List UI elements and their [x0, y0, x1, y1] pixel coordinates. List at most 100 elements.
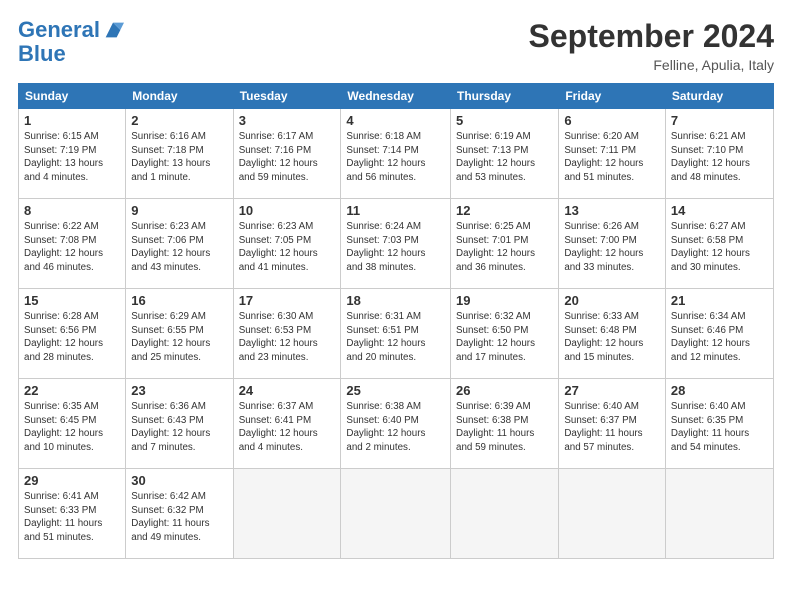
table-row: 9Sunrise: 6:23 AMSunset: 7:06 PMDaylight… [126, 199, 233, 289]
day-info: Sunrise: 6:28 AMSunset: 6:56 PMDaylight:… [24, 310, 120, 365]
day-info: Sunrise: 6:23 AMSunset: 7:06 PMDaylight:… [131, 220, 227, 275]
calendar-week-row-1: 1Sunrise: 6:15 AMSunset: 7:19 PMDaylight… [19, 109, 774, 199]
table-row: 28Sunrise: 6:40 AMSunset: 6:35 PMDayligh… [665, 379, 773, 469]
table-row: 18 Sunrise: 6:31 AMSunset: 6:51 PMDayligh… [341, 289, 451, 379]
table-row: 29Sunrise: 6:41 AMSunset: 6:33 PMDayligh… [19, 469, 126, 559]
table-row: 20 Sunrise: 6:33 AMSunset: 6:48 PMDayligh… [559, 289, 666, 379]
day-number: 16 [131, 293, 227, 308]
day-info: Sunrise: 6:36 AMSunset: 6:43 PMDaylight:… [131, 400, 227, 455]
col-saturday: Saturday [665, 84, 773, 109]
table-row [559, 469, 666, 559]
logo-text: General [18, 18, 100, 42]
col-tuesday: Tuesday [233, 84, 341, 109]
calendar-table: Sunday Monday Tuesday Wednesday Thursday… [18, 83, 774, 559]
day-number: 20 [564, 293, 660, 308]
day-info: Sunrise: 6:31 AMSunset: 6:51 PMDaylight:… [346, 310, 445, 365]
day-number: 12 [456, 203, 553, 218]
day-info: Sunrise: 6:19 AMSunset: 7:13 PMDaylight:… [456, 130, 553, 185]
table-row: 22Sunrise: 6:35 AMSunset: 6:45 PMDayligh… [19, 379, 126, 469]
table-row: 4Sunrise: 6:18 AMSunset: 7:14 PMDaylight… [341, 109, 451, 199]
day-info: Sunrise: 6:40 AMSunset: 6:37 PMDaylight:… [564, 400, 660, 455]
table-row: 26 Sunrise: 6:39 AMSunset: 6:38 PMDayligh… [451, 379, 559, 469]
day-info: Sunrise: 6:39 AMSunset: 6:38 PMDaylight:… [456, 400, 553, 455]
logo-text2: Blue [18, 42, 66, 66]
day-number: 30 [131, 473, 227, 488]
table-row: 5 Sunrise: 6:19 AMSunset: 7:13 PMDaylight… [451, 109, 559, 199]
day-number: 7 [671, 113, 768, 128]
day-number: 21 [671, 293, 768, 308]
table-row: 10 Sunrise: 6:23 AMSunset: 7:05 PMDayligh… [233, 199, 341, 289]
calendar-week-row-4: 22Sunrise: 6:35 AMSunset: 6:45 PMDayligh… [19, 379, 774, 469]
table-row [665, 469, 773, 559]
table-row [233, 469, 341, 559]
month-title: September 2024 [529, 18, 774, 55]
day-info: Sunrise: 6:17 AMSunset: 7:16 PMDaylight:… [239, 130, 336, 185]
table-row [341, 469, 451, 559]
calendar-week-row-2: 8Sunrise: 6:22 AMSunset: 7:08 PMDaylight… [19, 199, 774, 289]
day-info: Sunrise: 6:29 AMSunset: 6:55 PMDaylight:… [131, 310, 227, 365]
day-info: Sunrise: 6:30 AMSunset: 6:53 PMDaylight:… [239, 310, 336, 365]
table-row: 14 Sunrise: 6:27 AMSunset: 6:58 PMDayligh… [665, 199, 773, 289]
day-number: 24 [239, 383, 336, 398]
table-row: 6Sunrise: 6:20 AMSunset: 7:11 PMDaylight… [559, 109, 666, 199]
table-row: 2Sunrise: 6:16 AMSunset: 7:18 PMDaylight… [126, 109, 233, 199]
day-info: Sunrise: 6:34 AMSunset: 6:46 PMDaylight:… [671, 310, 768, 365]
day-info: Sunrise: 6:41 AMSunset: 6:33 PMDaylight:… [24, 490, 120, 545]
calendar-header-row: Sunday Monday Tuesday Wednesday Thursday… [19, 84, 774, 109]
day-number: 18 [346, 293, 445, 308]
logo-icon [102, 19, 124, 41]
logo: General Blue [18, 18, 124, 66]
table-row: 7 Sunrise: 6:21 AMSunset: 7:10 PMDaylight… [665, 109, 773, 199]
table-row: 1Sunrise: 6:15 AMSunset: 7:19 PMDaylight… [19, 109, 126, 199]
calendar-week-row-5: 29Sunrise: 6:41 AMSunset: 6:33 PMDayligh… [19, 469, 774, 559]
day-number: 23 [131, 383, 227, 398]
day-info: Sunrise: 6:35 AMSunset: 6:45 PMDaylight:… [24, 400, 120, 455]
page: General Blue September 2024 Felline, Apu… [0, 0, 792, 612]
day-info: Sunrise: 6:20 AMSunset: 7:11 PMDaylight:… [564, 130, 660, 185]
day-number: 3 [239, 113, 336, 128]
day-info: Sunrise: 6:16 AMSunset: 7:18 PMDaylight:… [131, 130, 227, 185]
col-monday: Monday [126, 84, 233, 109]
day-number: 10 [239, 203, 336, 218]
day-number: 5 [456, 113, 553, 128]
title-block: September 2024 Felline, Apulia, Italy [529, 18, 774, 73]
day-info: Sunrise: 6:33 AMSunset: 6:48 PMDaylight:… [564, 310, 660, 365]
day-number: 4 [346, 113, 445, 128]
day-number: 8 [24, 203, 120, 218]
day-number: 11 [346, 203, 445, 218]
table-row: 17Sunrise: 6:30 AMSunset: 6:53 PMDayligh… [233, 289, 341, 379]
day-info: Sunrise: 6:21 AMSunset: 7:10 PMDaylight:… [671, 130, 768, 185]
table-row: 13 Sunrise: 6:26 AMSunset: 7:00 PMDayligh… [559, 199, 666, 289]
col-thursday: Thursday [451, 84, 559, 109]
table-row: 30 Sunrise: 6:42 AMSunset: 6:32 PMDayligh… [126, 469, 233, 559]
table-row: 3 Sunrise: 6:17 AMSunset: 7:16 PMDaylight… [233, 109, 341, 199]
day-number: 15 [24, 293, 120, 308]
day-info: Sunrise: 6:25 AMSunset: 7:01 PMDaylight:… [456, 220, 553, 275]
day-info: Sunrise: 6:15 AMSunset: 7:19 PMDaylight:… [24, 130, 120, 185]
subtitle: Felline, Apulia, Italy [529, 57, 774, 73]
col-sunday: Sunday [19, 84, 126, 109]
day-info: Sunrise: 6:26 AMSunset: 7:00 PMDaylight:… [564, 220, 660, 275]
day-info: Sunrise: 6:40 AMSunset: 6:35 PMDaylight:… [671, 400, 768, 455]
col-wednesday: Wednesday [341, 84, 451, 109]
day-number: 27 [564, 383, 660, 398]
day-info: Sunrise: 6:37 AMSunset: 6:41 PMDaylight:… [239, 400, 336, 455]
day-info: Sunrise: 6:32 AMSunset: 6:50 PMDaylight:… [456, 310, 553, 365]
table-row: 19 Sunrise: 6:32 AMSunset: 6:50 PMDayligh… [451, 289, 559, 379]
table-row: 11Sunrise: 6:24 AMSunset: 7:03 PMDayligh… [341, 199, 451, 289]
table-row: 8Sunrise: 6:22 AMSunset: 7:08 PMDaylight… [19, 199, 126, 289]
day-info: Sunrise: 6:42 AMSunset: 6:32 PMDaylight:… [131, 490, 227, 545]
day-number: 26 [456, 383, 553, 398]
calendar-week-row-3: 15 Sunrise: 6:28 AMSunset: 6:56 PMDayligh… [19, 289, 774, 379]
day-number: 25 [346, 383, 445, 398]
day-number: 13 [564, 203, 660, 218]
day-info: Sunrise: 6:27 AMSunset: 6:58 PMDaylight:… [671, 220, 768, 275]
table-row: 23 Sunrise: 6:36 AMSunset: 6:43 PMDayligh… [126, 379, 233, 469]
table-row: 21 Sunrise: 6:34 AMSunset: 6:46 PMDayligh… [665, 289, 773, 379]
table-row: 27 Sunrise: 6:40 AMSunset: 6:37 PMDayligh… [559, 379, 666, 469]
day-number: 14 [671, 203, 768, 218]
header: General Blue September 2024 Felline, Apu… [18, 18, 774, 73]
day-number: 19 [456, 293, 553, 308]
table-row: 25Sunrise: 6:38 AMSunset: 6:40 PMDayligh… [341, 379, 451, 469]
day-info: Sunrise: 6:23 AMSunset: 7:05 PMDaylight:… [239, 220, 336, 275]
